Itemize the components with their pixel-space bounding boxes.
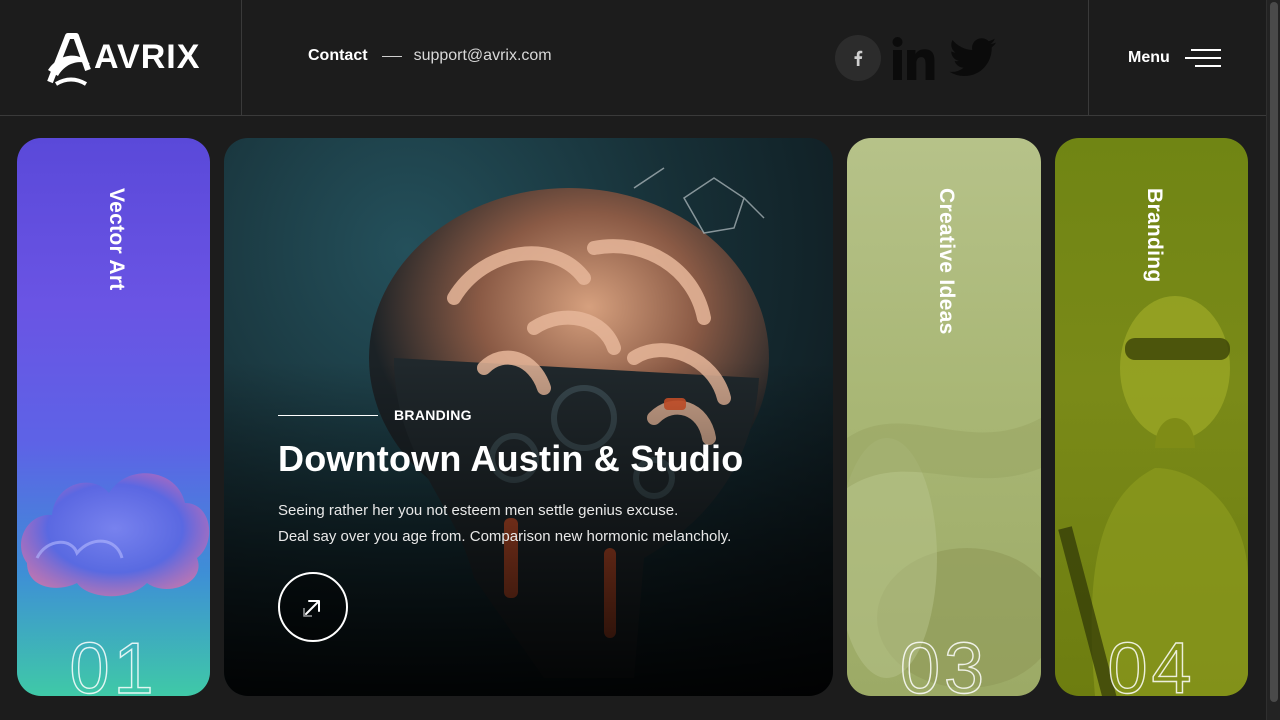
contact-email-link[interactable]: support@avrix.com: [414, 47, 552, 65]
social-links: [835, 35, 997, 81]
portfolio-card-creative-ideas[interactable]: Creative Ideas 03: [847, 138, 1041, 696]
category-label: BRANDING: [394, 407, 472, 423]
menu-label: Menu: [1128, 48, 1170, 66]
scrollbar-thumb[interactable]: [1270, 2, 1278, 702]
contact-info: Contact support@avrix.com: [308, 47, 552, 65]
contact-label: Contact: [308, 47, 368, 64]
card-title: Branding: [1142, 188, 1166, 283]
card-number: 03: [899, 628, 989, 696]
description-line-2: Deal say over you age from. Comparison n…: [278, 528, 732, 545]
portfolio-card-branding[interactable]: Branding 04: [1055, 138, 1248, 696]
logo-mark-icon: [47, 32, 91, 86]
category-divider: [278, 414, 378, 416]
arrow-up-right-icon: [303, 600, 320, 617]
card-title: Creative Ideas: [935, 188, 958, 335]
portfolio-card-vector-art[interactable]: Vector Art 01: [17, 138, 210, 696]
twitter-icon: [949, 38, 996, 77]
card-number: 04: [1107, 628, 1196, 696]
linkedin-link[interactable]: [891, 35, 939, 81]
logo-text: AVRIX: [94, 38, 201, 76]
description-line-1: Seeing rather her you not esteem men set…: [278, 502, 679, 519]
card-title: Vector Art: [104, 188, 128, 291]
hamburger-icon: [1184, 48, 1221, 67]
logo[interactable]: AVRIX: [0, 0, 242, 115]
scrollbar[interactable]: [1266, 0, 1280, 720]
open-project-button[interactable]: [278, 572, 348, 642]
card-number: 01: [69, 628, 158, 696]
contact-divider: [381, 55, 402, 57]
twitter-link[interactable]: [949, 35, 997, 81]
menu-toggle[interactable]: Menu: [1088, 0, 1266, 115]
project-description: Seeing rather her you not esteem men set…: [278, 498, 731, 550]
facebook-icon: [854, 50, 863, 66]
site-header: AVRIX Contact support@avrix.com Menu: [0, 0, 1266, 116]
project-title: Downtown Austin & Studio: [278, 438, 744, 479]
facebook-link[interactable]: [835, 35, 881, 81]
project-category: BRANDING: [278, 407, 472, 423]
linkedin-icon: [892, 37, 935, 80]
featured-project-card[interactable]: BRANDING Downtown Austin & Studio Seeing…: [224, 138, 833, 696]
cloud-illustration: [21, 473, 210, 597]
